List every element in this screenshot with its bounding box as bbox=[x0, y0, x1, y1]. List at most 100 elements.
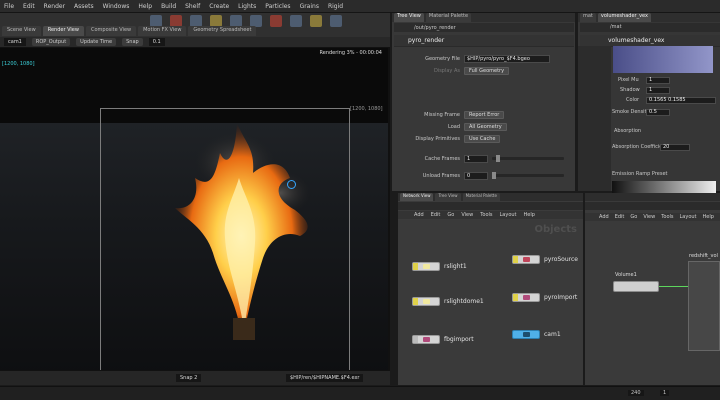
tab-mat[interactable]: mat bbox=[580, 13, 596, 22]
emission-ramp[interactable] bbox=[612, 181, 716, 193]
tab-tree-view[interactable]: Tree View bbox=[435, 193, 461, 201]
menu-grains[interactable]: Grains bbox=[300, 3, 319, 10]
node-tile[interactable] bbox=[512, 293, 540, 302]
node-name[interactable]: pyro_render bbox=[408, 37, 444, 44]
camera-icon bbox=[523, 332, 530, 337]
menu-render[interactable]: Render bbox=[44, 3, 65, 10]
camera-select[interactable]: cam1 bbox=[4, 38, 26, 46]
node-tile[interactable] bbox=[412, 297, 440, 306]
param-label: Display Primitives bbox=[415, 136, 460, 142]
menu-view[interactable]: View bbox=[643, 214, 655, 220]
node-tile[interactable] bbox=[412, 335, 440, 344]
shader-path-bar[interactable] bbox=[585, 202, 720, 210]
menu-layout[interactable]: Layout bbox=[500, 212, 517, 218]
menu-edit[interactable]: Edit bbox=[23, 3, 35, 10]
menu-go[interactable]: Go bbox=[630, 214, 637, 220]
end-frame-field[interactable]: 240 bbox=[628, 390, 644, 396]
tab-scene-view[interactable]: Scene View bbox=[2, 26, 41, 36]
menu-help[interactable]: Help bbox=[138, 3, 152, 10]
geometry-file-field[interactable]: $HIP/pyro/pyro_$F4.bgeo bbox=[464, 55, 550, 63]
param-row-cache-frames: Cache Frames 1 bbox=[392, 154, 575, 164]
tab-composite-view[interactable]: Composite View bbox=[85, 26, 137, 36]
menu-particles[interactable]: Particles bbox=[265, 3, 290, 10]
cache-frames-field[interactable]: 1 bbox=[464, 155, 488, 163]
color-field[interactable]: 0.1565 0.1585 bbox=[646, 97, 716, 104]
update-time-button[interactable]: Update Time bbox=[76, 38, 117, 46]
material-parameter-panel: mat volumeshader_vex /mat volumeshader_v… bbox=[578, 13, 720, 193]
node-tile[interactable] bbox=[412, 262, 440, 271]
tab-material-palette[interactable]: Material Palette bbox=[462, 193, 500, 201]
menu-view[interactable]: View bbox=[461, 212, 473, 218]
display-primitives-dropdown[interactable]: Use Cache bbox=[464, 135, 501, 143]
menu-tools[interactable]: Tools bbox=[480, 212, 492, 218]
menu-tools[interactable]: Tools bbox=[661, 214, 673, 220]
node-fbgimport[interactable]: fbgimport bbox=[412, 335, 474, 344]
unload-frames-slider[interactable] bbox=[492, 172, 564, 179]
tab-material-palette[interactable]: Material Palette bbox=[425, 13, 472, 22]
param-row-geometry-file: Geometry File $HIP/pyro/pyro_$F4.bgeo bbox=[392, 54, 575, 64]
node-rslightdome1[interactable]: rslightdome1 bbox=[412, 297, 484, 306]
snap-value-field[interactable]: 0.1 bbox=[148, 38, 165, 46]
tab-motion-fx-view[interactable]: Motion FX View bbox=[138, 26, 187, 36]
param-row-display-primitives: Display Primitives Use Cache bbox=[392, 134, 575, 144]
menu-help[interactable]: Help bbox=[524, 212, 535, 218]
menu-windows[interactable]: Windows bbox=[103, 3, 130, 10]
menu-add[interactable]: Add bbox=[414, 212, 424, 218]
node-flag bbox=[413, 336, 418, 343]
absorption-coefficient-field[interactable]: 20 bbox=[660, 144, 690, 151]
menu-shelf[interactable]: Shelf bbox=[185, 3, 200, 10]
parameter-tabs: Tree View Material Palette bbox=[392, 13, 575, 22]
main-menubar: File Edit Render Assets Windows Help Bui… bbox=[0, 0, 720, 13]
node-pyroimport[interactable]: pyroImport bbox=[512, 293, 577, 302]
snap-toggle[interactable]: Snap bbox=[122, 38, 143, 46]
tab-network-view[interactable]: Network View bbox=[400, 193, 434, 201]
tab-geometry-spreadsheet[interactable]: Geometry Spreadsheet bbox=[188, 26, 257, 36]
playbar-timeline[interactable]: 240 1 bbox=[0, 386, 720, 400]
display-as-dropdown[interactable]: Full Geometry bbox=[464, 67, 510, 75]
material-path-bar[interactable]: /mat bbox=[580, 23, 720, 32]
pixel-mu-field[interactable]: 1 bbox=[646, 77, 670, 84]
menu-build[interactable]: Build bbox=[161, 3, 176, 10]
menu-assets[interactable]: Assets bbox=[74, 3, 94, 10]
tab-render-view[interactable]: Render View bbox=[42, 26, 84, 36]
node-cam1[interactable]: cam1 bbox=[512, 330, 561, 339]
material-preview-swatch bbox=[613, 46, 713, 73]
redshift-output-node[interactable] bbox=[688, 261, 720, 351]
current-frame-field[interactable]: 1 bbox=[660, 390, 670, 396]
menu-lights[interactable]: Lights bbox=[238, 3, 256, 10]
menu-rigid[interactable]: Rigid bbox=[328, 3, 343, 10]
region-coord-readout: [1200, 1080] bbox=[350, 106, 383, 112]
menu-layout[interactable]: Layout bbox=[680, 214, 697, 220]
smoke-density-field[interactable]: 0.5 bbox=[646, 109, 670, 116]
menu-edit[interactable]: Edit bbox=[431, 212, 441, 218]
missing-frame-dropdown[interactable]: Report Error bbox=[464, 111, 505, 119]
volume-node[interactable] bbox=[613, 281, 659, 292]
load-dropdown[interactable]: All Geometry bbox=[464, 123, 507, 131]
network-path-bar[interactable] bbox=[398, 202, 583, 210]
shadow-field[interactable]: 1 bbox=[646, 87, 670, 94]
node-pyrosource[interactable]: pyroSource bbox=[512, 255, 578, 264]
render-viewport[interactable]: Rendering 3% - 00:00:04 [1200, 1080] [12… bbox=[0, 48, 390, 370]
node-tile[interactable] bbox=[512, 255, 540, 264]
path-text[interactable]: /out/pyro_render bbox=[414, 25, 456, 31]
menu-add[interactable]: Add bbox=[599, 214, 609, 220]
tab-volumeshader[interactable]: volumeshader_vex bbox=[597, 13, 651, 22]
cache-frames-slider[interactable] bbox=[492, 155, 564, 162]
slider-knob[interactable] bbox=[496, 155, 500, 162]
menu-file[interactable]: File bbox=[4, 3, 14, 10]
output-path-field[interactable]: $HIP/ren/$HIPNAME.$F4.exr bbox=[286, 374, 364, 382]
dome-light-icon bbox=[423, 299, 430, 304]
menu-go[interactable]: Go bbox=[447, 212, 454, 218]
tab-tree-view[interactable]: Tree View bbox=[394, 13, 424, 22]
menu-help[interactable]: Help bbox=[703, 214, 714, 220]
unload-frames-field[interactable]: 0 bbox=[464, 172, 488, 180]
menu-edit[interactable]: Edit bbox=[615, 214, 625, 220]
node-rslight1[interactable]: rslight1 bbox=[412, 262, 467, 271]
menu-create[interactable]: Create bbox=[209, 3, 229, 10]
node-tile[interactable] bbox=[512, 330, 540, 339]
slider-knob[interactable] bbox=[492, 172, 496, 179]
snapshot-select[interactable]: Snap 2 bbox=[176, 374, 202, 382]
param-label: Color bbox=[626, 97, 640, 103]
network-canvas[interactable]: Objects rslight1 rslightdome1 fbgimport … bbox=[398, 220, 583, 385]
resolution-select[interactable]: ROP_Output bbox=[31, 38, 71, 46]
